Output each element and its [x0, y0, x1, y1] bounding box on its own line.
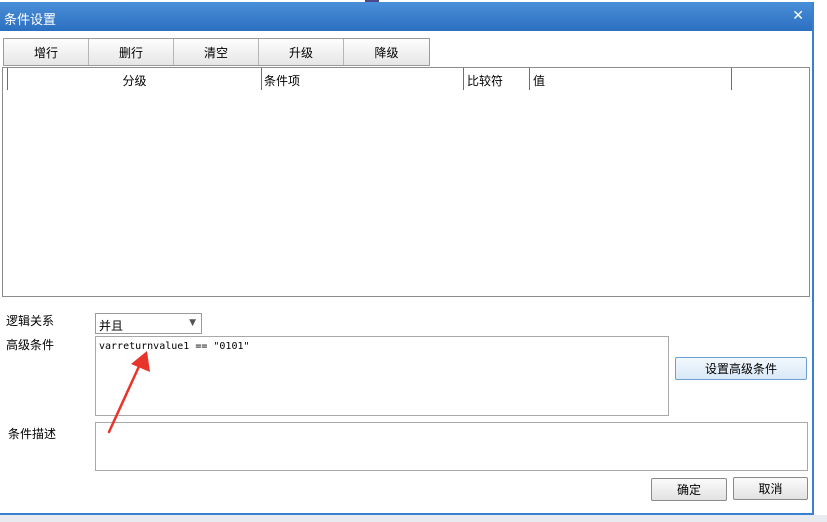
logic-select-value: 并且 — [99, 319, 124, 333]
cancel-button[interactable]: 取消 — [733, 477, 808, 500]
advanced-condition-input[interactable]: varreturnvalue1 == "0101" — [95, 336, 669, 416]
toolbar: 增行 删行 清空 升级 降级 — [3, 38, 430, 66]
grid-header: 分级 条件项 比较符 值 — [7, 68, 732, 90]
logic-label: 逻辑关系 — [6, 314, 55, 328]
column-header-grade[interactable]: 分级 — [8, 68, 262, 90]
title-bar: 条件设置 ✕ — [0, 2, 814, 31]
column-header-condition-item[interactable]: 条件项 — [262, 68, 464, 90]
window-border-right — [812, 2, 814, 514]
close-icon[interactable]: ✕ — [792, 8, 804, 24]
clear-button[interactable]: 清空 — [174, 39, 259, 65]
promote-button[interactable]: 升级 — [259, 39, 344, 65]
condition-grid[interactable]: 分级 条件项 比较符 值 — [2, 67, 810, 297]
add-row-button[interactable]: 增行 — [4, 39, 89, 65]
condition-settings-dialog: 条件设置 ✕ 增行 删行 清空 升级 降级 分级 条件项 比较符 值 逻辑关系 … — [0, 0, 827, 522]
set-advanced-condition-button[interactable]: 设置高级条件 — [675, 357, 807, 380]
delete-row-button[interactable]: 删行 — [89, 39, 174, 65]
chevron-down-icon: ▼ — [189, 318, 196, 328]
column-header-operator[interactable]: 比较符 — [464, 68, 530, 90]
logic-select[interactable]: 并且 ▼ — [95, 313, 202, 334]
column-header-value[interactable]: 值 — [530, 68, 732, 90]
background-strip — [0, 515, 827, 522]
window-title: 条件设置 — [4, 13, 57, 28]
advanced-condition-label: 高级条件 — [6, 338, 55, 352]
description-label: 条件描述 — [8, 427, 57, 441]
ok-button[interactable]: 确定 — [651, 478, 727, 501]
demote-button[interactable]: 降级 — [344, 39, 429, 65]
description-input[interactable] — [95, 422, 808, 471]
